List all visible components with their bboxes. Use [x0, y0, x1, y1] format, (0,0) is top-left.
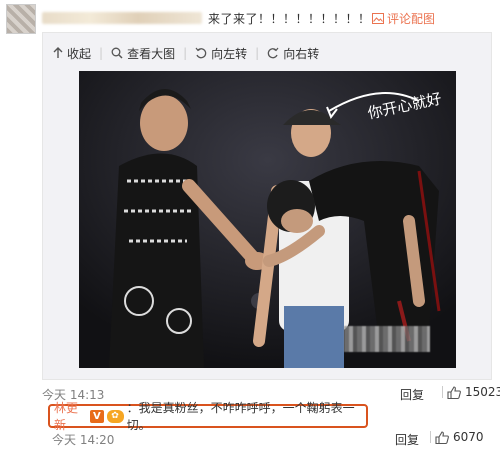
rotate-right-icon [267, 47, 279, 59]
rotate-left-button[interactable]: 向左转 [195, 45, 247, 62]
rotate-right-label: 向右转 [283, 46, 320, 61]
comment-line: 来了来了！！！！！！！！！ [42, 8, 371, 28]
comment-config-label: 评论配图 [387, 12, 436, 26]
image-preview-card: 收起 | 查看大图 | 向左转 | 向右转 你开心就好 [42, 32, 492, 380]
search-icon [111, 47, 123, 59]
reply-text: ：我是真粉丝，不咋咋呼呼，一个鞠躬表一切。 [126, 401, 355, 432]
view-large-label: 查看大图 [127, 46, 176, 61]
thumbs-up-icon [447, 385, 461, 399]
reply-meta: 今天 14:20 回复 6070 [48, 430, 492, 448]
toolbar-divider: | [255, 46, 260, 60]
comment-photo[interactable]: 你开心就好 [79, 71, 456, 368]
highlighted-reply: 林更新 V ✿ ：我是真粉丝，不咋咋呼呼，一个鞠躬表一切。 [48, 401, 368, 432]
reply-username[interactable]: 林更新 [54, 399, 88, 433]
like-count: 15023 [465, 385, 500, 399]
thumbs-up-icon [435, 430, 449, 444]
reply-like-count: 6070 [453, 430, 484, 444]
divider [442, 386, 443, 398]
comment-text: 来了来了！！！！！！！！！ [208, 11, 371, 26]
rotate-left-label: 向左转 [211, 46, 248, 61]
rotate-left-icon [195, 47, 207, 59]
collapse-button[interactable]: 收起 [53, 45, 91, 62]
image-icon [372, 13, 384, 24]
blurred-watermark [344, 326, 430, 352]
divider [430, 431, 431, 443]
reply-reply-button[interactable]: 回复 [395, 431, 419, 448]
like-button[interactable]: 15023 [442, 385, 500, 399]
rotate-right-button[interactable]: 向右转 [267, 45, 319, 62]
arrow-up-icon [53, 47, 63, 58]
collapse-label: 收起 [67, 46, 92, 61]
blurred-username[interactable] [42, 12, 202, 24]
verified-badge-icon: V [90, 409, 104, 423]
reply-like-button[interactable]: 6070 [430, 430, 484, 444]
view-large-button[interactable]: 查看大图 [111, 45, 175, 62]
toolbar-divider: | [183, 46, 188, 60]
avatar[interactable] [6, 4, 36, 34]
fan-badge-icon: ✿ [106, 409, 124, 423]
reply-time: 今天 14:20 [52, 433, 115, 447]
comment-config-link[interactable]: 评论配图 [372, 10, 435, 27]
toolbar-divider: | [99, 46, 104, 60]
image-toolbar: 收起 | 查看大图 | 向左转 | 向右转 [53, 43, 327, 63]
reply-button[interactable]: 回复 [400, 386, 424, 403]
